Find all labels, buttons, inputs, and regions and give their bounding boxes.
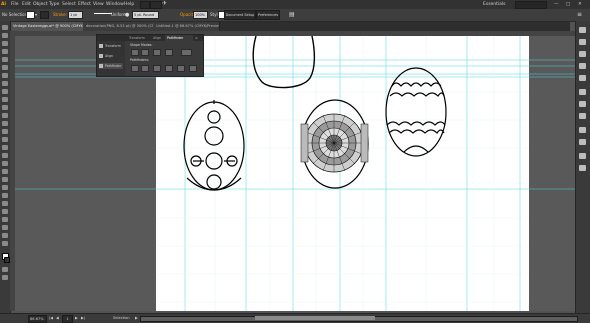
panel-collapsed-list: Transform Align Pathfinder bbox=[97, 41, 125, 76]
minus-back-button[interactable] bbox=[189, 65, 197, 72]
current-tool-status: Selection bbox=[113, 316, 130, 320]
shape-builder-tool-icon[interactable] bbox=[2, 153, 8, 158]
guides bbox=[15, 36, 575, 311]
graph-tool-icon[interactable] bbox=[2, 209, 8, 214]
rotate-tool-icon[interactable] bbox=[2, 121, 8, 126]
free-transform-tool-icon[interactable] bbox=[2, 145, 8, 150]
previous-artboard-icon[interactable]: ◀ bbox=[56, 316, 59, 320]
expand-button[interactable] bbox=[181, 49, 192, 56]
draw-mode-icon[interactable] bbox=[2, 267, 8, 272]
transform-icon bbox=[99, 44, 103, 48]
color-panel-icon[interactable] bbox=[579, 27, 586, 33]
item-pathfinder[interactable]: Pathfinder bbox=[99, 63, 123, 69]
magic-wand-tool-icon[interactable] bbox=[2, 41, 8, 46]
artboard-tool-icon[interactable] bbox=[2, 217, 8, 222]
item-align[interactable]: Align bbox=[99, 53, 113, 59]
color-guide-panel-icon[interactable] bbox=[579, 39, 586, 45]
trim-button[interactable] bbox=[141, 65, 149, 72]
scrollbar-thumb[interactable] bbox=[255, 316, 375, 320]
brushes-panel-icon[interactable] bbox=[579, 63, 586, 69]
graphic-styles-panel-icon[interactable] bbox=[579, 139, 586, 145]
pathfinder-icon bbox=[99, 64, 103, 68]
lasso-tool-icon[interactable] bbox=[2, 49, 8, 54]
rectangle-tool-icon[interactable] bbox=[2, 81, 8, 86]
hand-tool-icon[interactable] bbox=[2, 233, 8, 238]
pencil-tool-icon[interactable] bbox=[2, 97, 8, 102]
exclude-button[interactable] bbox=[165, 49, 173, 56]
appearance-panel-icon[interactable] bbox=[579, 127, 586, 133]
perspective-grid-tool-icon[interactable] bbox=[2, 161, 8, 166]
selection-tool-icon[interactable] bbox=[2, 25, 8, 30]
outline-button[interactable] bbox=[177, 65, 185, 72]
stroke-color-icon[interactable] bbox=[4, 257, 10, 263]
dock-icons bbox=[575, 21, 590, 314]
line-tool-icon[interactable] bbox=[2, 73, 8, 78]
tab-pathfinder[interactable]: Pathfinder bbox=[165, 35, 193, 41]
eraser-tool-icon[interactable] bbox=[2, 113, 8, 118]
align-icon bbox=[99, 54, 103, 58]
mesh-tool-icon[interactable] bbox=[2, 169, 8, 174]
egg-top bbox=[252, 35, 316, 89]
pathfinder-panel: Transform Align Pathfinder ≡ Transform A… bbox=[96, 34, 204, 77]
artboards-panel-icon[interactable] bbox=[579, 165, 586, 171]
egg-scallops bbox=[385, 67, 447, 157]
zoom-tool-icon[interactable] bbox=[2, 241, 8, 246]
status-menu-icon[interactable]: ▶ bbox=[135, 316, 138, 320]
swatches-panel-icon[interactable] bbox=[579, 51, 586, 57]
symbol-sprayer-tool-icon[interactable] bbox=[2, 201, 8, 206]
tab-align[interactable]: Align bbox=[151, 35, 165, 41]
gradient-tool-icon[interactable] bbox=[2, 177, 8, 182]
divide-button[interactable] bbox=[131, 65, 139, 72]
blend-tool-icon[interactable] bbox=[2, 193, 8, 198]
first-artboard-icon[interactable]: |◀ bbox=[49, 316, 53, 320]
blob-brush-tool-icon[interactable] bbox=[2, 105, 8, 110]
scale-tool-icon[interactable] bbox=[2, 129, 8, 134]
gradient-panel-icon[interactable] bbox=[579, 101, 586, 107]
slice-tool-icon[interactable] bbox=[2, 225, 8, 230]
pen-tool-icon[interactable] bbox=[2, 57, 8, 62]
eyedropper-tool-icon[interactable] bbox=[2, 185, 8, 190]
last-artboard-icon[interactable]: ▶| bbox=[81, 316, 85, 320]
egg-mandala bbox=[300, 99, 369, 189]
transparency-panel-icon[interactable] bbox=[579, 113, 586, 119]
stroke-panel-icon[interactable] bbox=[579, 89, 586, 95]
crop-button[interactable] bbox=[165, 65, 173, 72]
type-tool-icon[interactable] bbox=[2, 65, 8, 70]
minus-front-button[interactable] bbox=[141, 49, 149, 56]
merge-button[interactable] bbox=[153, 65, 161, 72]
canvas-artwork bbox=[15, 35, 575, 311]
egg-circles bbox=[183, 100, 245, 191]
intersect-button[interactable] bbox=[153, 49, 161, 56]
panel-menu-icon[interactable]: ≡ bbox=[195, 35, 198, 41]
shape-modes-label: Shape Modes: bbox=[130, 43, 153, 47]
paintbrush-tool-icon[interactable] bbox=[2, 89, 8, 94]
tab-transform[interactable]: Transform bbox=[127, 35, 151, 41]
next-artboard-icon[interactable]: ▶ bbox=[75, 316, 78, 320]
screen-mode-icon[interactable] bbox=[2, 275, 8, 280]
width-tool-icon[interactable] bbox=[2, 137, 8, 142]
layers-panel-icon[interactable] bbox=[579, 153, 586, 159]
symbols-panel-icon[interactable] bbox=[579, 75, 586, 81]
tools-list bbox=[0, 21, 10, 314]
direct-selection-tool-icon[interactable] bbox=[2, 33, 8, 38]
item-transform[interactable]: Transform bbox=[99, 43, 121, 49]
pathfinders-label: Pathfinders: bbox=[130, 58, 150, 62]
unite-button[interactable] bbox=[131, 49, 139, 56]
